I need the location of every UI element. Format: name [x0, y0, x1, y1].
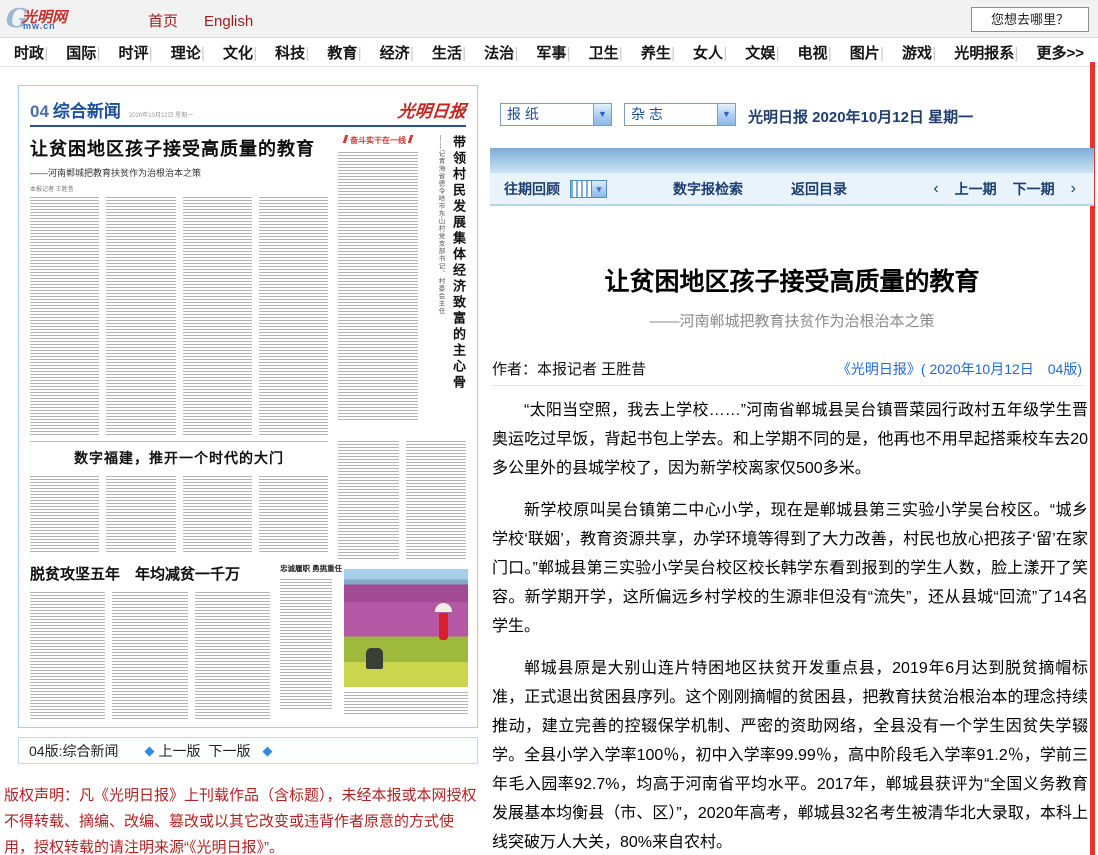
nav-item[interactable]: 法治 — [462, 42, 514, 63]
photographer-figure — [366, 648, 383, 669]
newspaper-page: 04综合新闻 2020年10月12日 星期一 光明日报 让贫困地区孩子接受高质量的… — [22, 89, 474, 724]
digital-search-link[interactable]: 数字报检索 — [673, 179, 743, 199]
nav-item[interactable]: 时评 — [97, 42, 149, 63]
paper-badge: 奋斗实干在一线 — [338, 135, 418, 146]
nav-item[interactable]: 更多>> — [1015, 42, 1084, 63]
chevron-left-icon[interactable]: ‹ — [933, 180, 938, 198]
article-source: 《光明日报》( 2020年10月12日 04版) — [837, 359, 1082, 379]
paper-section-3: 脱贫攻坚五年 年均减贫一千万 — [30, 563, 270, 720]
calendar-picker[interactable]: ▼ — [570, 180, 607, 198]
paper-header: 04综合新闻 2020年10月12日 星期一 光明日报 — [30, 97, 466, 121]
nav-item[interactable]: 文娱 — [723, 42, 775, 63]
nav-item[interactable]: 养生 — [619, 42, 671, 63]
article-paragraph: 郸城县原是大别山连片特困地区扶贫开发重点县，2019年6月达到脱贫摘帽标准，正式… — [492, 654, 1088, 855]
dropdown-arrow-icon[interactable]: ▼ — [717, 104, 735, 125]
newspaper-select[interactable]: 报 纸 ▼ — [500, 103, 612, 126]
chevron-right-icon[interactable]: › — [1071, 180, 1076, 198]
back-to-contents-link[interactable]: 返回目录 — [791, 179, 847, 199]
newspaper-page-image[interactable]: 04综合新闻 2020年10月12日 星期一 光明日报 让贫困地区孩子接受高质量的… — [18, 85, 478, 728]
next-version-diamond-icon: ◆ — [262, 743, 272, 759]
paper-subhead-3: 忠诚履职 勇挑重任 — [280, 563, 332, 574]
nav-item[interactable]: 电视 — [776, 42, 828, 63]
article-body: “太阳当空照，我去上学校……”河南省郸城县吴台镇晋菜园行政村五年级学生晋奥运吃过… — [492, 396, 1088, 855]
paper-section-3-mid: 忠诚履职 勇挑重任 — [280, 563, 332, 713]
nav-item[interactable]: 光明报系 — [932, 42, 1014, 63]
toolbar-gradient-band — [490, 148, 1094, 173]
article-meta-row: 作者：本报记者 王胜昔 《光明日报》( 2020年10月12日 04版) — [492, 356, 1084, 386]
main-nav: 时政国际时评理论文化科技教育经济生活法治军事卫生养生女人文娱电视图片游戏光明报系… — [0, 39, 1098, 67]
red-dress-figure — [439, 613, 448, 640]
paper-header-rule — [30, 125, 466, 127]
paper-section-2-right — [338, 441, 466, 559]
nav-item[interactable]: 经济 — [358, 42, 410, 63]
next-version-link[interactable]: 下一版 — [208, 741, 250, 761]
paper-section-2: 数字福建，推开一个时代的大门 — [30, 441, 328, 553]
nav-item[interactable]: 国际 — [44, 42, 96, 63]
home-link[interactable]: 首页 — [148, 13, 178, 30]
magazine-select[interactable]: 杂 志 ▼ — [624, 103, 736, 126]
english-link[interactable]: English — [204, 13, 253, 30]
issue-pager: ‹ 上一期 下一期 › — [933, 179, 1094, 199]
paper-section-name: 综合新闻 — [53, 102, 121, 121]
paper-subhead-1: ——河南郸城把教育扶贫作为治根治本之策 — [30, 166, 328, 179]
paper-page-number: 04 — [30, 102, 49, 121]
nav-item[interactable]: 游戏 — [880, 42, 932, 63]
prev-version-diamond-icon: ◆ — [144, 743, 154, 759]
article-paragraph: “太阳当空照，我去上学校……”河南省郸城县吴台镇晋菜园行政村五年级学生晋奥运吃过… — [492, 396, 1088, 483]
dropdown-arrow-icon[interactable]: ▼ — [593, 104, 611, 125]
paper-byline: 本报记者 王胜昔 — [30, 184, 328, 193]
where-to-go-select[interactable]: 您想去哪里？ — [971, 7, 1089, 32]
nav-item[interactable]: 教育 — [306, 42, 358, 63]
magazine-select-value: 杂 志 — [631, 106, 663, 122]
next-issue-link[interactable]: 下一期 — [1013, 179, 1055, 199]
paper-masthead: 光明日报 — [397, 97, 468, 122]
nav-item[interactable]: 军事 — [514, 42, 566, 63]
paper-headline-1: 让贫困地区孩子接受高质量的教育 — [30, 135, 328, 161]
top-links: 首页 English — [148, 10, 279, 31]
paper-headline-3: 脱贫攻坚五年 年均减贫一千万 — [30, 563, 270, 584]
nav-item[interactable]: 图片 — [828, 42, 880, 63]
paper-vertical-subhead: ——记青海省德令哈市东山村党支部书记、村委会主任 — [435, 135, 445, 465]
paper-badge-label: 奋斗实干在一线 — [350, 136, 406, 145]
paper-text-columns — [30, 197, 328, 435]
nav-item[interactable]: 科技 — [253, 42, 305, 63]
nav-item[interactable]: 女人 — [671, 42, 723, 63]
calendar-icon[interactable] — [570, 180, 592, 198]
paper-middle-column: 奋斗实干在一线 — [338, 135, 418, 435]
paper-headline-2: 数字福建，推开一个时代的大门 — [30, 448, 328, 468]
top-bar: G 光明网 mw.cn 首页 English 您想去哪里？ — [0, 0, 1098, 38]
calendar-dropdown-icon[interactable]: ▼ — [592, 180, 607, 198]
paper-vertical-headline: 带领村民发展集体经济致富的主心骨 — [449, 135, 468, 465]
article-subtitle: ——河南郸城把教育扶贫作为治根治本之策 — [500, 310, 1084, 331]
newspaper-select-value: 报 纸 — [507, 106, 539, 122]
nav-item[interactable]: 时政 — [14, 42, 44, 63]
past-issues-link[interactable]: 往期回顾 — [504, 179, 560, 199]
nav-item[interactable]: 卫生 — [567, 42, 619, 63]
nav-item[interactable]: 文化 — [201, 42, 253, 63]
page-nav-bar: 04版:综合新闻 ◆ 上一版 下一版 ◆ — [18, 737, 478, 764]
paper-vertical-story: 带领村民发展集体经济致富的主心骨 ——记青海省德令哈市东山村党支部书记、村委会主… — [435, 135, 468, 465]
prev-version-link[interactable]: 上一版 — [158, 741, 200, 761]
paper-photo-flower-field — [344, 569, 468, 687]
article-title: 让贫困地区孩子接受高质量的教育 — [500, 262, 1084, 298]
nav-item[interactable]: 理论 — [149, 42, 201, 63]
paper-dateline: 2020年10月12日 星期一 — [129, 113, 193, 119]
copyright-notice: 版权声明：凡《光明日报》上刊载作品（含标题），未经本报或本网授权不得转载、摘编、… — [4, 783, 480, 855]
article-author: 作者：本报记者 王胜昔 — [492, 358, 646, 379]
reader-toolbar: 往期回顾 ▼ 数字报检索 返回目录 ‹ 上一期 下一期 › — [490, 173, 1094, 206]
issue-dateline: 光明日报 2020年10月12日 星期一 — [748, 106, 973, 127]
paper-photo-caption — [344, 692, 468, 714]
gmw-logo[interactable]: G 光明网 mw.cn — [6, 4, 126, 34]
prev-issue-link[interactable]: 上一期 — [955, 179, 997, 199]
paper-lead-story: 让贫困地区孩子接受高质量的教育 ——河南郸城把教育扶贫作为治根治本之策 本报记者… — [30, 135, 328, 193]
gmw-logo-domain: mw.cn — [23, 21, 56, 31]
nav-list: 时政国际时评理论文化科技教育经济生活法治军事卫生养生女人文娱电视图片游戏光明报系… — [0, 39, 1098, 66]
umbrella-shape — [435, 603, 452, 612]
nav-item[interactable]: 生活 — [410, 42, 462, 63]
article-paragraph: 新学校原叫吴台镇第二中心小学，现在是郸城县第三实验小学吴台校区。“城乡学校‘联姻… — [492, 496, 1088, 641]
page-nav-label: 04版:综合新闻 — [29, 741, 118, 761]
